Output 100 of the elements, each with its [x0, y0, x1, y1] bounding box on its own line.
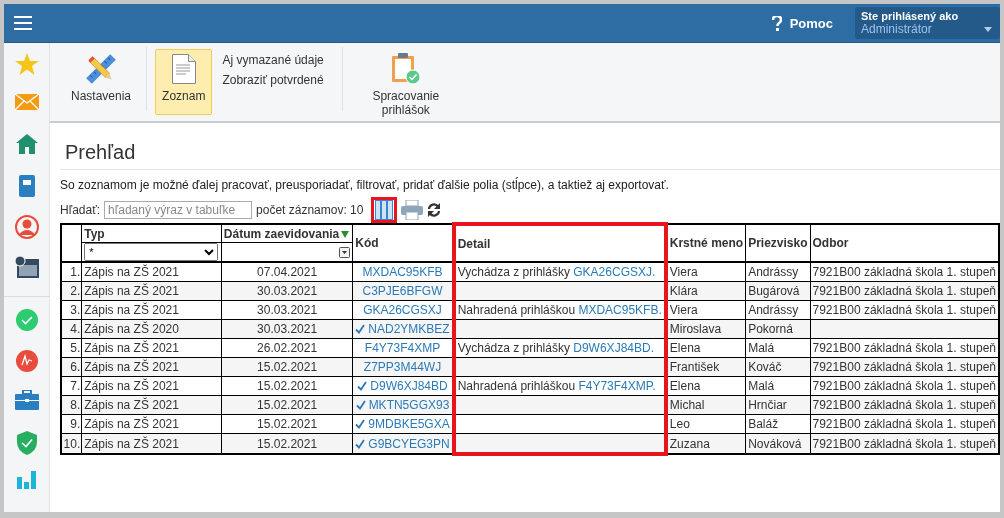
table-cell: 7921B00 základná škola 1. stupeň	[812, 303, 996, 317]
record-count: počet záznamov: 10	[256, 203, 364, 217]
row-number: 7.	[61, 376, 82, 396]
table-cell: Viera	[665, 300, 746, 320]
detail-link[interactable]: GKA26CGSXJ.	[573, 265, 656, 279]
table-cell: 7921B00 základná škola 1. stupeň	[812, 379, 996, 393]
table-cell: Zápis na ZŠ 2021	[81, 262, 222, 282]
table-cell: Kováč	[745, 357, 810, 377]
bar-chart-icon[interactable]	[16, 471, 37, 490]
table-cell: Bugárová	[745, 281, 810, 301]
detail-link[interactable]: MXDAC95KFB.	[578, 303, 662, 317]
table-cell: František	[665, 357, 746, 377]
notebook-icon[interactable]	[18, 174, 35, 197]
check-icon	[355, 400, 366, 410]
table-cell: 30.03.2021	[221, 319, 353, 339]
table-cell: Zápis na ZŠ 2021	[81, 414, 222, 434]
search-field[interactable]: hľadaný výraz v tabuľke	[104, 201, 253, 219]
table-cell: Zápis na ZŠ 2021	[81, 433, 222, 454]
row-number: 1.	[61, 262, 82, 282]
ribbon-button[interactable]: Zoznam	[155, 49, 213, 115]
row-number: 8.	[61, 395, 82, 415]
search-label: Hľadať:	[60, 203, 101, 217]
filter-dropdown[interactable]: *	[84, 243, 219, 261]
row-number: 9.	[61, 414, 82, 434]
detail-text: Nahradená prihláškou MXDAC95KFB.	[457, 303, 662, 317]
column-header[interactable]: Odbor	[811, 236, 851, 250]
column-header[interactable]: Kód	[353, 236, 381, 250]
table-cell: Zápis na ZŠ 2021	[81, 357, 222, 377]
table-cell: 7921B00 základná škola 1. stupeň	[812, 284, 996, 298]
row-number: 6.	[61, 357, 82, 377]
check-icon	[355, 324, 366, 334]
help-link[interactable]: Pomoc	[771, 15, 833, 31]
table-cell: Malá	[745, 376, 810, 396]
user-icon[interactable]	[14, 215, 39, 240]
table-cell: 15.02.2021	[221, 376, 353, 396]
table-cell: 7921B00 základná škola 1. stupeň	[812, 398, 996, 412]
signature-icon[interactable]	[15, 349, 38, 372]
table-cell: 7921B00 základná škola 1. stupeň	[812, 341, 996, 355]
table-cell: 07.04.2021	[221, 262, 353, 282]
check-icon	[357, 381, 368, 391]
columns-button[interactable]	[371, 197, 398, 223]
table-cell: Miroslava	[665, 319, 746, 339]
ribbon-button[interactable]: Spracovanie prihlášok	[350, 49, 461, 115]
table-cell: Pokorná	[745, 319, 810, 339]
check-circle-icon[interactable]	[15, 309, 38, 332]
refresh-icon[interactable]	[427, 203, 442, 217]
table-cell: Elena	[665, 376, 746, 396]
column-header[interactable]: Detail	[457, 236, 493, 251]
row-number: 2.	[61, 281, 82, 301]
column-header[interactable]: Typ	[84, 226, 105, 241]
help-icon	[771, 15, 782, 31]
clipboard-check-icon	[390, 53, 421, 85]
star-icon[interactable]	[14, 53, 39, 75]
detail-text: Nahradená prihláškou F4Y73F4XMP.	[457, 379, 656, 393]
page-title: Prehľad	[65, 141, 136, 164]
table-cell: Zápis na ZŠ 2021	[81, 338, 222, 358]
caret-icon	[984, 27, 992, 32]
description-text: So zoznamom je možné ďalej pracovať, preusporiadať, filtrovať, pridať ďalšie polia (stĺpce), a taktiež aj exportovať.	[60, 178, 669, 192]
table-cell: 15.02.2021	[221, 357, 353, 377]
row-number: 4.	[61, 319, 82, 339]
table-cell: Baláž	[745, 414, 810, 434]
table-cell: 7921B00 základná škola 1. stupeň	[812, 436, 996, 451]
detail-link[interactable]: D9W6XJ84BD.	[573, 341, 654, 355]
table-cell: 30.03.2021	[221, 281, 353, 301]
table-cell: 15.02.2021	[221, 395, 353, 415]
table-cell: Malá	[745, 338, 810, 358]
row-number: 10.	[61, 433, 82, 454]
ribbon-link[interactable]: Zobraziť potvrdené	[222, 73, 324, 87]
table-cell: Andrássy	[745, 300, 810, 320]
table-cell: Klára	[665, 281, 746, 301]
shield-icon[interactable]	[16, 430, 37, 455]
table-cell: Elena	[665, 338, 746, 358]
table-cell: Zápis na ZŠ 2020	[81, 319, 222, 339]
document-icon	[171, 54, 196, 84]
row-number: 5.	[61, 338, 82, 358]
row-number: 3.	[61, 300, 82, 320]
house-icon[interactable]	[15, 134, 38, 155]
table-cell: 7921B00 základná škola 1. stupeň	[812, 360, 996, 374]
filter-icon[interactable]	[339, 246, 351, 258]
table-cell: Michal	[665, 395, 746, 415]
envelope-icon[interactable]	[14, 93, 39, 110]
table-cell: 30.03.2021	[221, 300, 353, 320]
menu-icon[interactable]	[14, 16, 32, 30]
check-icon	[355, 438, 366, 449]
check-icon	[355, 419, 366, 429]
table-cell: 15.02.2021	[221, 414, 353, 434]
ribbon-button[interactable]: Nastavenia	[64, 49, 139, 115]
detail-link[interactable]: F4Y73F4XMP.	[578, 379, 656, 393]
detail-text: Vychádza z prihlášky D9W6XJ84BD.	[457, 341, 654, 355]
user-menu[interactable]: Ste prihlásený ako Administrátor	[855, 7, 1000, 39]
table-cell: Zápis na ZŠ 2021	[81, 281, 222, 301]
table-cell: Andrássy	[745, 262, 810, 282]
table-cell: 7921B00 základná škola 1. stupeň	[812, 417, 996, 431]
calendar-icon[interactable]	[14, 255, 39, 278]
ribbon-link[interactable]: Aj vymazané údaje	[222, 53, 324, 67]
table-cell: 7921B00 základná škola 1. stupeň	[812, 265, 996, 279]
briefcase-icon[interactable]	[14, 390, 39, 411]
table-cell: Zápis na ZŠ 2021	[81, 376, 222, 396]
table-cell: Zápis na ZŠ 2021	[81, 300, 222, 320]
table-cell: Viera	[665, 262, 746, 282]
